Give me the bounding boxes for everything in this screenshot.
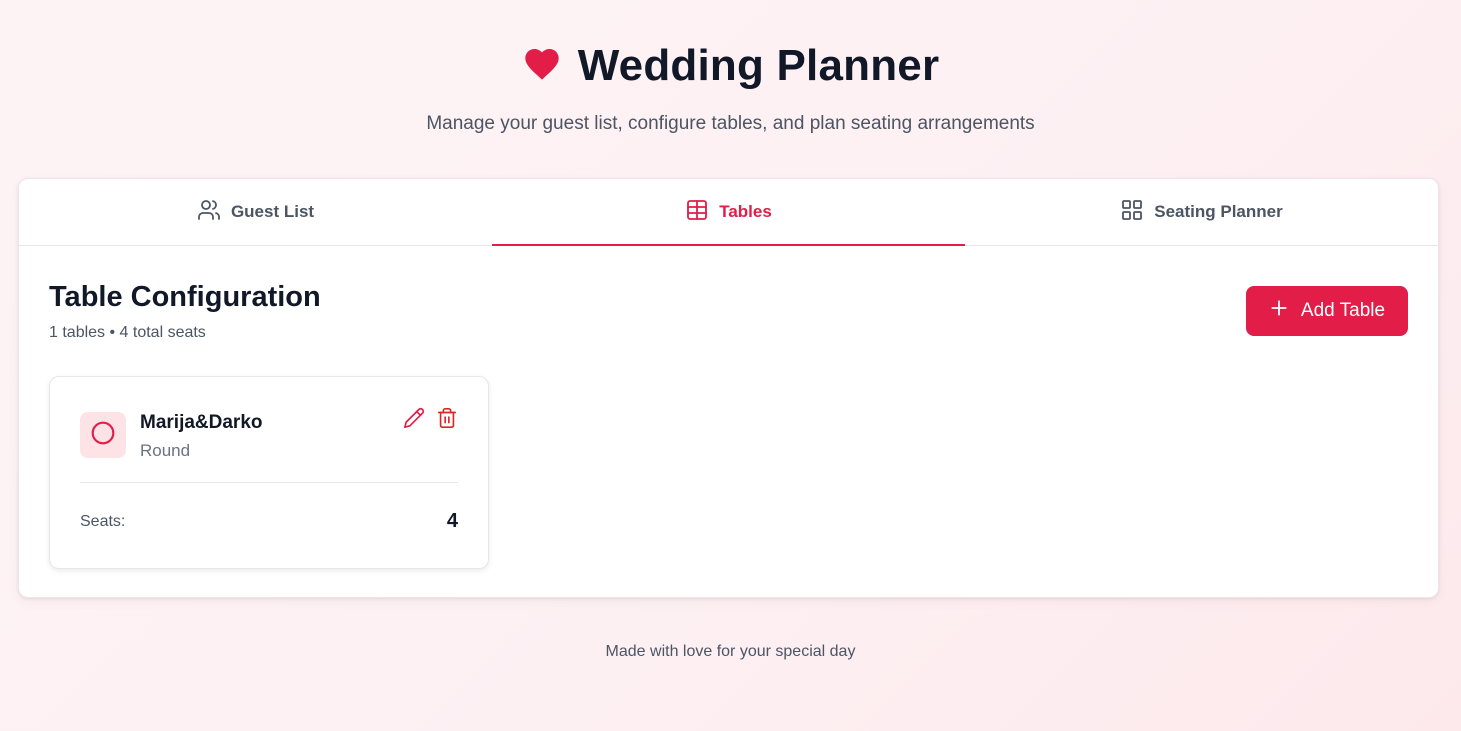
table-grid-icon [685, 198, 709, 227]
tab-label: Tables [719, 202, 772, 221]
section-title: Table Configuration [49, 281, 321, 313]
tab-guest-list[interactable]: Guest List [19, 179, 492, 245]
section-summary: 1 tables • 4 total seats [49, 324, 206, 341]
seats-label: Seats: [80, 513, 126, 530]
plus-icon [1269, 298, 1289, 324]
seats-count: 4 [446, 510, 458, 532]
table-name: Marija&Darko [140, 412, 263, 433]
tab-label: Guest List [230, 202, 315, 221]
page-subtitle: Manage your guest list, configure tables… [426, 113, 1035, 134]
add-table-label: Add Table [1300, 300, 1386, 321]
circle-icon [90, 420, 116, 451]
delete-table-button[interactable] [435, 407, 459, 431]
tab-tables[interactable]: Tables [492, 179, 965, 246]
layout-grid-icon [1120, 198, 1144, 227]
tab-bar: Guest List Tables Seating Planner [19, 179, 1438, 246]
page-title: Wedding Planner [577, 41, 940, 90]
trash-icon [436, 407, 458, 432]
users-icon [197, 198, 221, 227]
table-card: Marija&Darko Round Seats: 4 [49, 376, 489, 569]
edit-table-button[interactable] [402, 407, 426, 431]
title-row: Wedding Planner [0, 40, 1461, 92]
page-header: Wedding Planner Manage your guest list, … [0, 40, 1461, 135]
add-table-button[interactable]: Add Table [1246, 286, 1408, 336]
heart-icon [522, 44, 562, 89]
footer-text: Made with love for your special day [605, 643, 856, 660]
main-card: Guest List Tables Seating Planner Table … [18, 178, 1439, 598]
tab-seating-planner[interactable]: Seating Planner [965, 179, 1438, 245]
pencil-icon [403, 407, 425, 432]
tab-label: Seating Planner [1154, 202, 1283, 221]
card-divider [80, 482, 458, 483]
table-shape-badge [80, 412, 126, 458]
table-shape: Round [140, 441, 191, 460]
